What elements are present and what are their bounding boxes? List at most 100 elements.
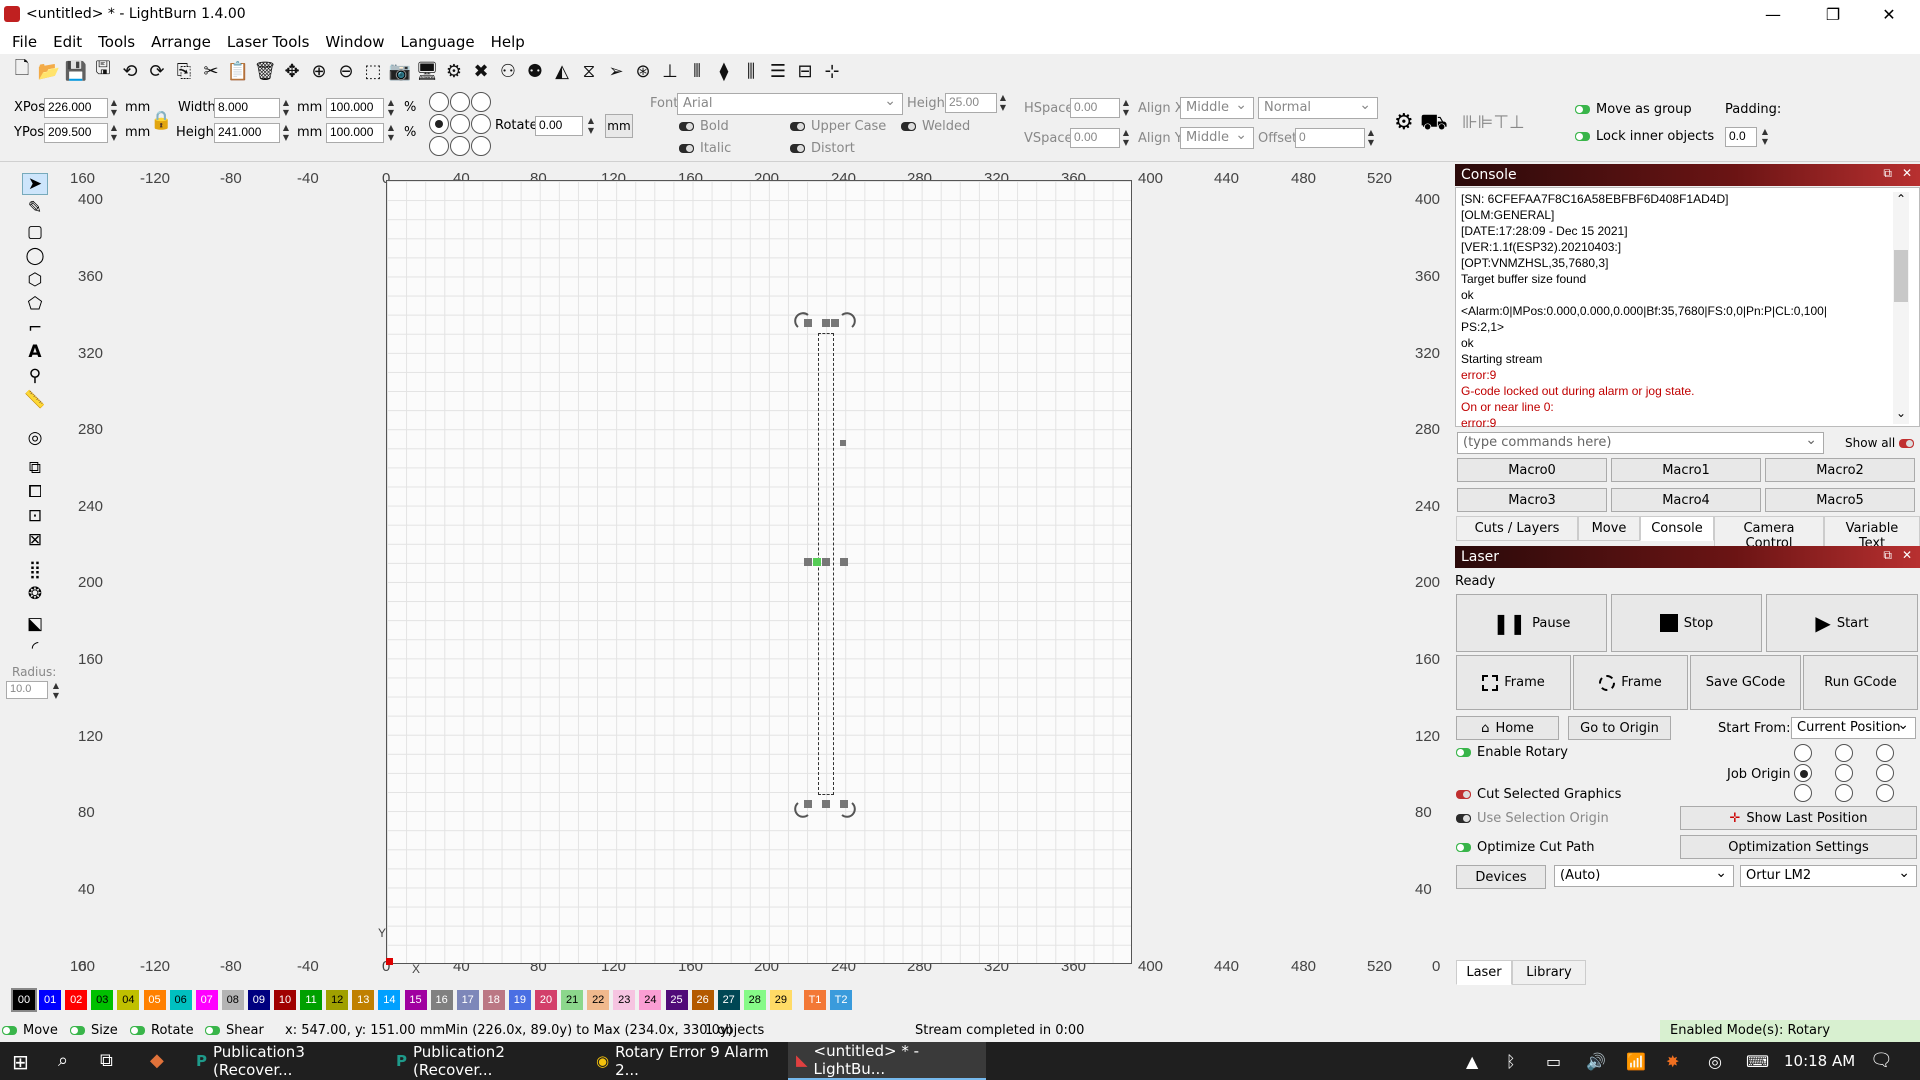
monitor-icon[interactable]: 🖥 <box>415 59 439 83</box>
vspace-input[interactable]: 0.00 <box>1070 128 1120 148</box>
hspace-input[interactable]: 0.00 <box>1070 98 1120 118</box>
start-button[interactable]: ▶ Start <box>1766 594 1918 652</box>
rotate-input[interactable]: 0.00 <box>535 116 583 136</box>
origin-mc-radio[interactable] <box>450 114 470 134</box>
distribute-icon[interactable]: ⫴ <box>685 59 709 83</box>
color-swatch-07[interactable]: 07 <box>195 990 218 1010</box>
ellipse-tool-icon[interactable]: ◯ <box>22 245 48 267</box>
taskbar-item[interactable]: ◉ Rotary Error 9 Alarm 2... <box>588 1042 780 1080</box>
uppercase-toggle[interactable]: Upper Case <box>790 119 886 134</box>
settings-icon[interactable]: ⚙ <box>442 59 466 83</box>
distort-switch[interactable] <box>790 144 805 153</box>
height-input[interactable]: 241.000 <box>214 123 280 143</box>
color-swatch-03[interactable]: 03 <box>91 990 114 1010</box>
ungroup-icon[interactable]: ⚉ <box>523 59 547 83</box>
menu-language[interactable]: Language <box>393 33 483 51</box>
offset-spinner[interactable]: ▲ ▼ <box>1365 128 1377 148</box>
redo-icon[interactable]: ⟳ <box>145 59 169 83</box>
width-percent-spinner[interactable]: ▲ ▼ <box>385 98 397 118</box>
status-shear-switch[interactable] <box>205 1026 220 1035</box>
line-tool-icon[interactable]: ⌐ <box>22 317 48 339</box>
color-swatch-16[interactable]: 16 <box>430 990 453 1010</box>
open-file-icon[interactable]: 📂 <box>37 59 61 83</box>
notifications-icon[interactable]: 🗨 <box>1870 1050 1893 1071</box>
send-icon[interactable]: ➢ <box>604 59 628 83</box>
status-size-switch[interactable] <box>70 1026 85 1035</box>
grid-array-icon[interactable]: ⣿ <box>22 559 48 581</box>
color-swatch-04[interactable]: 04 <box>117 990 140 1010</box>
italic-switch[interactable] <box>679 144 694 153</box>
flip-horizontal-icon[interactable]: ◭ <box>550 59 574 83</box>
origin-bc-radio[interactable] <box>450 136 470 156</box>
ypos-spinner[interactable]: ▲ ▼ <box>108 123 120 143</box>
save-icon[interactable]: 💾 <box>64 59 88 83</box>
color-swatch-T2[interactable]: T2 <box>830 990 853 1010</box>
lock-icon[interactable]: 🔒 <box>150 110 172 131</box>
menu-window[interactable]: Window <box>317 33 392 51</box>
menu-tools[interactable]: Tools <box>90 33 143 51</box>
taskbar-item[interactable]: P Publication2 (Recover... <box>388 1042 580 1080</box>
show-all-toggle[interactable]: Show all <box>1845 436 1920 450</box>
tab-console[interactable]: Console <box>1640 516 1714 541</box>
color-swatch-19[interactable]: 19 <box>508 990 531 1010</box>
taskbar-item[interactable]: P Publication3 (Recover... <box>188 1042 380 1080</box>
save-gcode-button[interactable]: Save GCode <box>1690 655 1801 710</box>
save-as-icon[interactable]: 🖫 <box>91 58 115 83</box>
color-swatch-12[interactable]: 12 <box>326 990 349 1010</box>
work-area-canvas[interactable] <box>386 180 1132 964</box>
align-center-icon[interactable]: ⊛ <box>631 59 655 83</box>
move-group-toggle[interactable]: Move as group <box>1575 102 1692 117</box>
macro1-button[interactable]: Macro1 <box>1611 458 1761 482</box>
color-swatch-17[interactable]: 17 <box>456 990 479 1010</box>
color-swatch-25[interactable]: 25 <box>665 990 688 1010</box>
distort-toggle[interactable]: Distort <box>790 141 855 156</box>
show-all-switch[interactable] <box>1899 439 1915 448</box>
hspace-spinner[interactable]: ▲ ▼ <box>1120 98 1132 118</box>
origin-mr-radio[interactable] <box>471 114 491 134</box>
windows-start-icon[interactable]: ⊞ <box>12 1050 29 1074</box>
use-selection-origin-switch[interactable] <box>1456 814 1471 823</box>
color-swatch-26[interactable]: 26 <box>691 990 714 1010</box>
close-panel-icon[interactable]: ✕ <box>1902 166 1912 180</box>
color-swatch-T1[interactable]: T1 <box>804 990 826 1010</box>
origin-ml-radio[interactable] <box>429 114 449 134</box>
menu-edit[interactable]: Edit <box>45 33 90 51</box>
origin-tl-radio[interactable] <box>429 92 449 112</box>
vspace-spinner[interactable]: ▲ ▼ <box>1120 128 1132 148</box>
clock[interactable]: 10:18 AM <box>1784 1052 1855 1070</box>
italic-toggle[interactable]: Italic <box>679 141 731 156</box>
float-panel-icon[interactable]: ⧉ <box>1883 166 1892 181</box>
width-input[interactable]: 8.000 <box>214 98 280 118</box>
align-x-select[interactable]: Middle <box>1180 97 1254 119</box>
padding-spinner[interactable]: ▲ ▼ <box>1759 127 1771 147</box>
app-pinned-icon[interactable]: ◆ <box>150 1050 164 1071</box>
job-origin-bl[interactable] <box>1794 784 1812 802</box>
xpos-spinner[interactable]: ▲ ▼ <box>108 98 120 118</box>
console-scrollbar[interactable] <box>1893 192 1909 424</box>
use-selection-origin-toggle[interactable]: Use Selection Origin <box>1456 811 1609 826</box>
optimize-cut-path-toggle[interactable]: Optimize Cut Path <box>1456 840 1595 855</box>
xpos-input[interactable]: 226.000 <box>44 98 108 118</box>
welded-switch[interactable] <box>901 122 916 131</box>
height-percent-spinner[interactable]: ▲ ▼ <box>385 123 397 143</box>
search-icon[interactable]: ⌕ <box>58 1050 68 1071</box>
status-move-switch[interactable] <box>2 1026 17 1035</box>
color-swatch-20[interactable]: 20 <box>535 990 557 1010</box>
console-command-input[interactable]: (type commands here) <box>1457 432 1824 454</box>
tab-library[interactable]: Library <box>1512 960 1586 985</box>
bold-toggle[interactable]: Bold <box>679 119 729 134</box>
color-swatch-14[interactable]: 14 <box>378 990 401 1010</box>
enable-rotary-toggle[interactable]: Enable Rotary <box>1456 745 1568 760</box>
color-swatch-02[interactable]: 02 <box>65 990 88 1010</box>
battery-icon[interactable]: ▭ <box>1546 1052 1561 1071</box>
color-swatch-23[interactable]: 23 <box>613 990 636 1010</box>
offset-input[interactable]: 0 <box>1295 128 1365 148</box>
start-from-select[interactable]: Current Position <box>1791 717 1916 739</box>
color-swatch-06[interactable]: 06 <box>169 990 192 1010</box>
zoom-fit-icon[interactable]: ⬚ <box>361 59 385 83</box>
group-icon[interactable]: ⚇ <box>496 59 520 83</box>
tab-cuts-layers[interactable]: Cuts / Layers <box>1456 516 1578 541</box>
polygon-tool-icon[interactable]: ⬡ <box>22 269 48 291</box>
job-origin-bc[interactable] <box>1835 784 1853 802</box>
job-origin-tl[interactable] <box>1794 744 1812 762</box>
